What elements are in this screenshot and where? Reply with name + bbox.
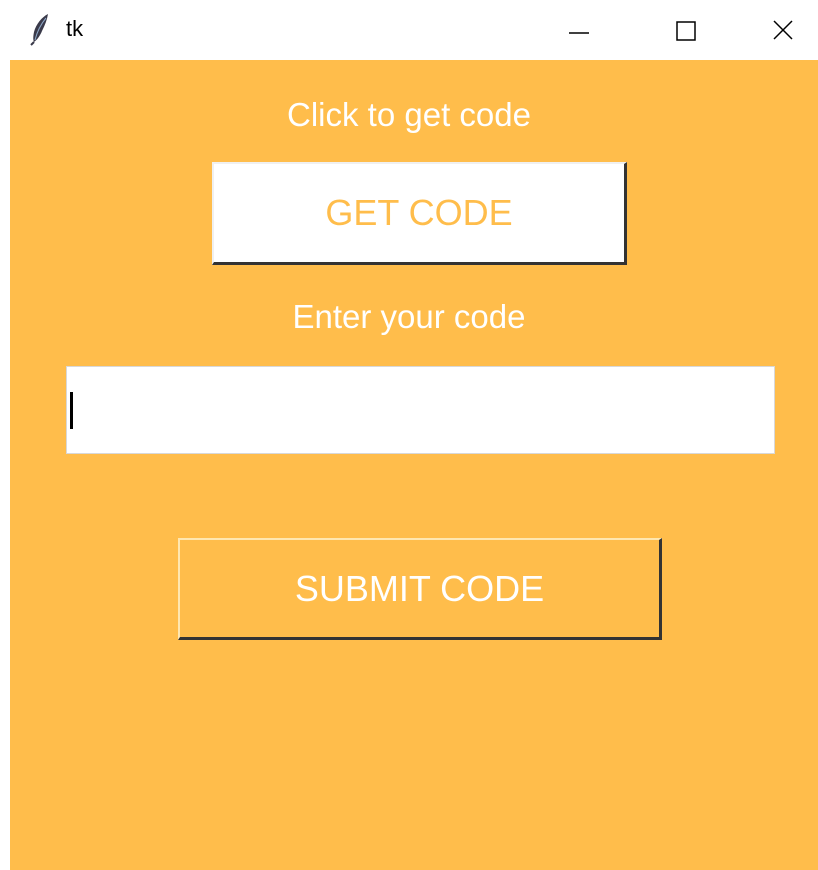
maximize-icon	[676, 21, 696, 41]
code-input[interactable]	[66, 366, 775, 454]
maximize-button[interactable]	[645, 0, 725, 60]
get-code-button[interactable]: GET CODE	[212, 162, 627, 265]
minimize-button[interactable]	[540, 0, 620, 60]
text-caret	[70, 392, 73, 429]
minimize-icon	[569, 32, 589, 34]
close-button[interactable]	[740, 0, 818, 60]
get-code-prompt: Click to get code	[287, 96, 531, 133]
window-title: tk	[66, 16, 84, 41]
submit-code-button[interactable]: SUBMIT CODE	[178, 538, 662, 640]
close-icon	[773, 20, 793, 40]
feather-icon	[30, 14, 48, 46]
app-window: tk Click to get code GET CODE Enter your…	[0, 0, 818, 870]
title-bar[interactable]: tk	[0, 0, 818, 60]
enter-code-prompt: Enter your code	[292, 298, 526, 335]
